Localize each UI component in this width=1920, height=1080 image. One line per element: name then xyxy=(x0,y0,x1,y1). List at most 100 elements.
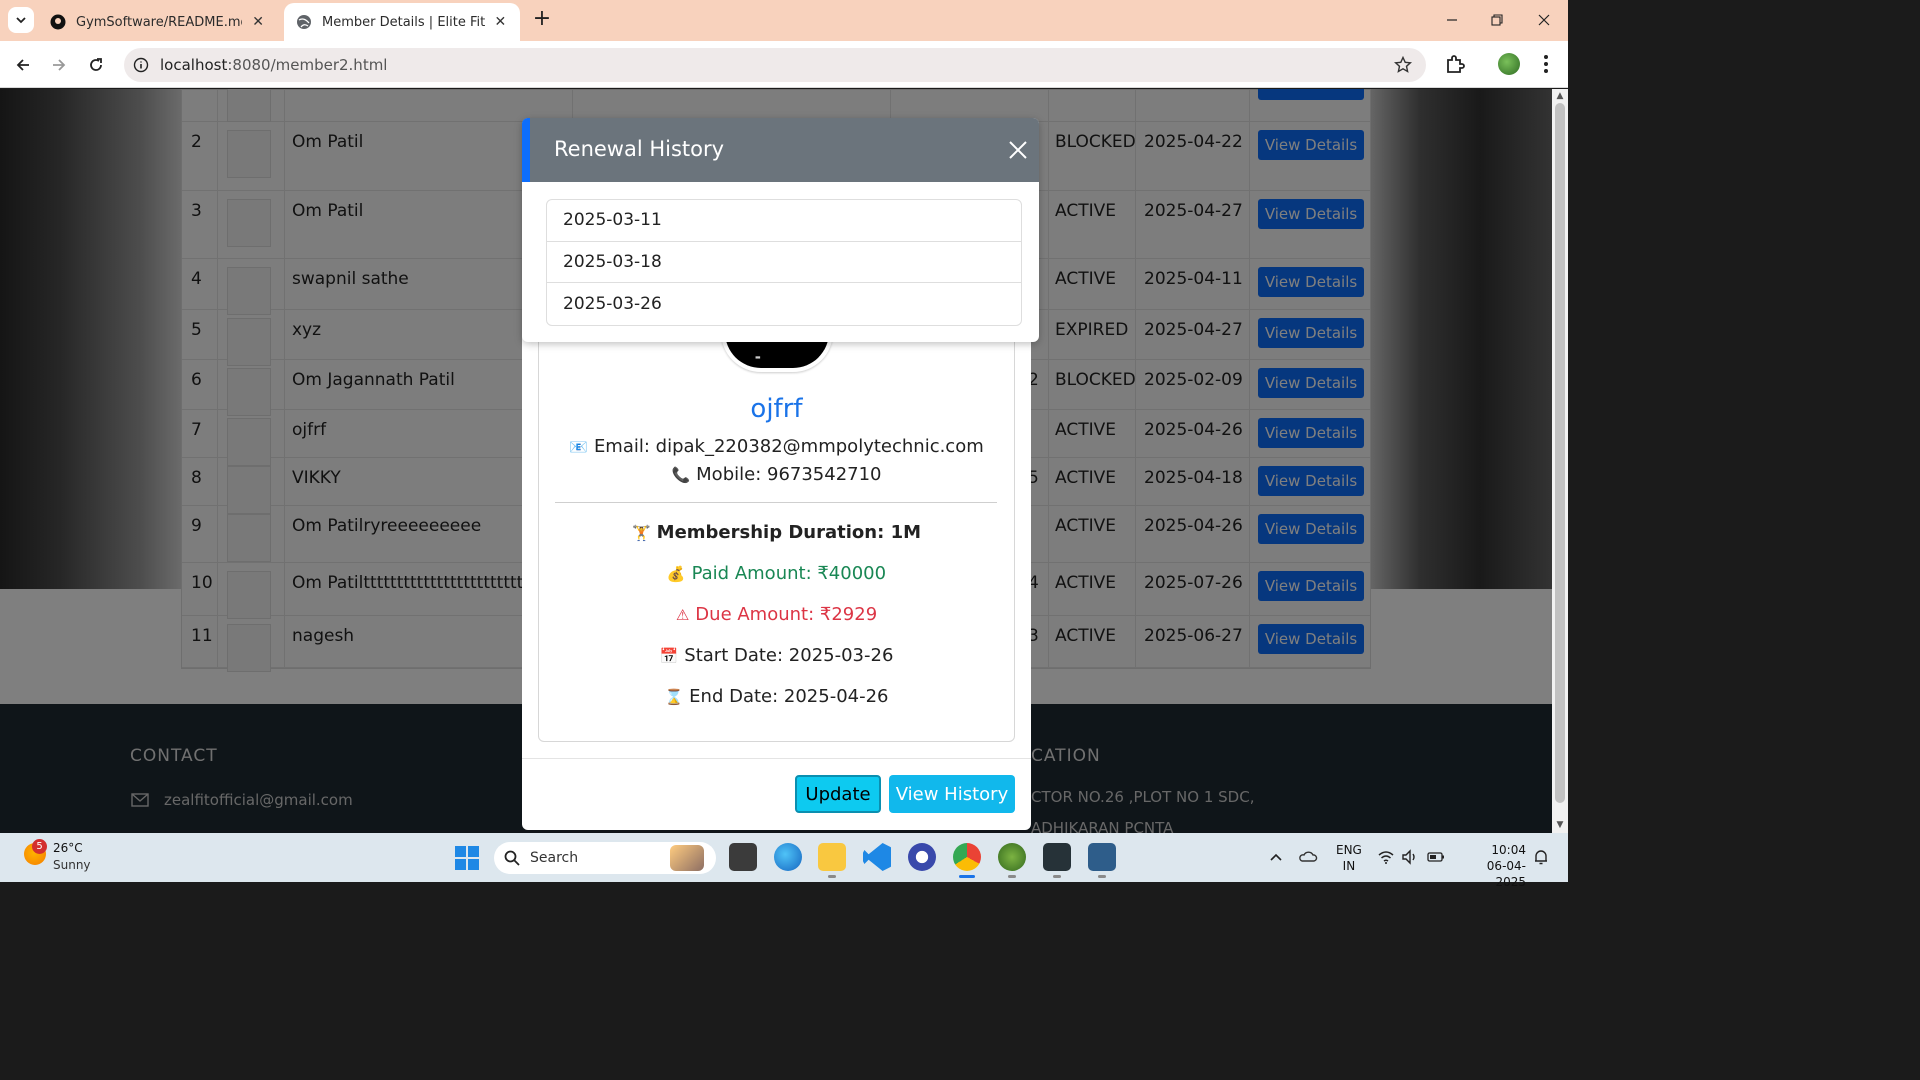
scroll-down-icon[interactable]: ▼ xyxy=(1555,820,1565,830)
list-item: 2025-03-26 xyxy=(563,293,662,314)
end-date-line: ⌛ End Date: 2025-04-26 xyxy=(522,686,1031,707)
running-indicator xyxy=(1053,875,1061,878)
view-history-button[interactable]: View History xyxy=(889,775,1015,813)
close-window-button[interactable] xyxy=(1530,8,1558,32)
browser-tab-readme[interactable]: GymSoftware/README.md at m ✕ xyxy=(38,3,278,41)
active-indicator xyxy=(959,875,975,878)
renewal-modal-title: Renewal History xyxy=(554,137,725,161)
reload-button[interactable] xyxy=(83,52,109,78)
search-label: Search xyxy=(530,850,579,866)
scrollbar-thumb[interactable] xyxy=(1555,103,1565,803)
site-info-icon[interactable] xyxy=(133,57,149,73)
membership-duration: Membership Duration: 1M xyxy=(656,522,922,543)
close-icon xyxy=(1538,14,1550,26)
running-indicator xyxy=(1008,875,1016,878)
taskbar-search[interactable]: Search xyxy=(494,842,716,874)
photo-thumbnail-mark: ▬ xyxy=(755,354,761,361)
new-tab-button[interactable]: + xyxy=(530,8,554,32)
due-amount: Due Amount: ₹2929 xyxy=(695,604,878,625)
volume-icon[interactable] xyxy=(1400,847,1420,867)
windows-start-icon[interactable] xyxy=(455,846,479,870)
github-icon xyxy=(50,14,66,30)
member-email: Email: dipak_220382@mmpolytechnic.com xyxy=(593,436,984,457)
battery-icon[interactable] xyxy=(1426,847,1446,867)
onedrive-cloud-icon[interactable] xyxy=(1298,847,1318,867)
kebab-menu-icon[interactable] xyxy=(1538,53,1554,75)
chrome-icon[interactable] xyxy=(953,843,981,871)
extensions-puzzle-icon[interactable] xyxy=(1443,52,1467,76)
tab-title: GymSoftware/README.md at m xyxy=(76,14,243,30)
section-divider xyxy=(555,502,997,503)
paid-amount-line: 💰 Paid Amount: ₹40000 xyxy=(522,563,1031,584)
restore-button[interactable] xyxy=(1483,8,1511,32)
minimize-button[interactable] xyxy=(1438,8,1466,32)
list-item: 2025-03-11 xyxy=(547,200,1021,242)
close-tab-icon[interactable]: ✕ xyxy=(250,14,266,30)
url-text[interactable]: localhost:8080/member2.html xyxy=(160,56,387,74)
search-highlight-image xyxy=(670,845,704,871)
url-host: localhost xyxy=(160,56,228,74)
notification-bell-icon[interactable] xyxy=(1532,848,1550,866)
forward-button[interactable] xyxy=(46,52,72,78)
clock-time: 10:04 xyxy=(1491,843,1526,857)
weather-condition[interactable]: Sunny xyxy=(53,858,91,872)
arrow-left-icon xyxy=(16,59,29,71)
phone-icon: 📞 xyxy=(671,466,691,484)
paid-amount: Paid Amount: ₹40000 xyxy=(691,563,887,584)
app-icon-blue[interactable] xyxy=(1088,843,1116,871)
list-item: 2025-03-18 xyxy=(547,242,1021,283)
browser-tab-member-details[interactable]: Member Details | Elite Fitness C ✕ xyxy=(284,3,520,41)
warning-icon: ⚠ xyxy=(675,606,690,624)
search-icon xyxy=(504,850,520,866)
task-view-icon[interactable] xyxy=(729,843,757,871)
app-icon-green[interactable] xyxy=(998,843,1026,871)
vscode-icon[interactable] xyxy=(863,843,891,871)
start-date-line: 📅 Start Date: 2025-03-26 xyxy=(522,645,1031,666)
money-bag-icon: 💰 xyxy=(666,565,686,583)
system-clock[interactable]: 10:04 06-04-2025 xyxy=(1460,842,1526,890)
reload-icon xyxy=(90,58,102,71)
region-code: IN xyxy=(1342,859,1356,873)
tab-search-button[interactable] xyxy=(8,7,34,33)
page-scrollbar[interactable]: ▲ ▼ xyxy=(1552,89,1568,833)
membership-duration-line: 🏋 Membership Duration: 1M xyxy=(522,522,1031,543)
bookmark-star-icon[interactable] xyxy=(1394,56,1412,74)
update-button[interactable]: Update xyxy=(795,775,881,813)
address-bar[interactable]: localhost:8080/member2.html xyxy=(124,48,1426,82)
edge-browser-icon[interactable] xyxy=(774,843,802,871)
member-name: ojfrf xyxy=(750,394,803,424)
file-explorer-icon[interactable] xyxy=(818,843,846,871)
windows-taskbar: 5 26°C Sunny Search ENG IN 10:04 06-04-202… xyxy=(0,833,1568,889)
scroll-up-icon[interactable]: ▲ xyxy=(1555,91,1565,101)
close-icon[interactable] xyxy=(1006,138,1030,162)
tab-title: Member Details | Elite Fitness C xyxy=(322,14,485,30)
running-indicator xyxy=(828,875,836,878)
due-amount-line: ⚠ Due Amount: ₹2929 xyxy=(522,604,1031,625)
globe-icon xyxy=(297,15,311,29)
minimize-icon xyxy=(1447,19,1457,21)
arrow-right-icon xyxy=(53,59,66,71)
clock-date: 06-04-2025 xyxy=(1486,859,1526,889)
modal-footer-divider xyxy=(522,758,1031,759)
browser-toolbar: localhost:8080/member2.html xyxy=(0,41,1568,88)
renewal-modal-header: Renewal History xyxy=(522,118,1039,182)
member-mobile: Mobile: 9673542710 xyxy=(696,464,882,485)
running-indicator xyxy=(1098,875,1106,878)
wifi-icon[interactable] xyxy=(1376,847,1396,867)
profile-avatar[interactable] xyxy=(1498,53,1520,75)
back-button[interactable] xyxy=(10,52,36,78)
weather-temperature[interactable]: 26°C xyxy=(53,841,83,855)
end-date: End Date: 2025-04-26 xyxy=(689,686,889,707)
close-tab-icon[interactable]: ✕ xyxy=(493,14,508,30)
dumbbell-icon: 🏋 xyxy=(631,524,651,542)
weather-badge: 5 xyxy=(32,839,47,854)
email-icon: 📧 xyxy=(569,438,588,456)
language-indicator[interactable]: ENG IN xyxy=(1336,842,1362,874)
terminal-icon[interactable] xyxy=(1043,843,1071,871)
hourglass-icon: ⌛ xyxy=(664,688,684,706)
restore-icon xyxy=(1491,14,1503,26)
eclipse-icon[interactable] xyxy=(908,843,936,871)
url-path: :8080/member2.html xyxy=(227,56,388,74)
chevron-up-icon[interactable] xyxy=(1266,847,1286,867)
renewal-date-list: 2025-03-11 2025-03-18 2025-03-26 xyxy=(546,199,1022,326)
